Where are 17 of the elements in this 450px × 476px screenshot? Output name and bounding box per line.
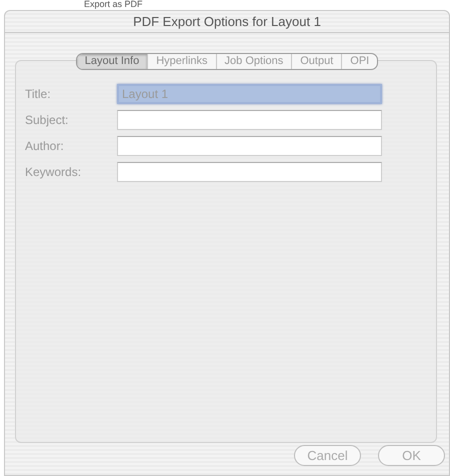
field-label: Keywords:: [25, 164, 82, 181]
input-field[interactable]: [117, 136, 382, 156]
window-title: PDF Export Options for Layout 1: [133, 12, 321, 31]
field-label: Subject:: [25, 112, 70, 129]
input-field[interactable]: [117, 110, 382, 130]
field-label: Title:: [25, 86, 52, 103]
field-label: Author:: [25, 138, 65, 155]
dialog-button[interactable]: OK: [378, 445, 445, 466]
dialog-button[interactable]: Cancel: [294, 445, 361, 466]
input-field[interactable]: [117, 162, 382, 182]
input-field[interactable]: Layout 1: [117, 84, 382, 104]
tab[interactable]: OPI: [341, 54, 378, 69]
tab[interactable]: Job Options: [216, 54, 292, 69]
window-title: Export as PDF: [84, 0, 143, 9]
tab[interactable]: Output: [291, 54, 342, 69]
tab[interactable]: Layout Info: [76, 54, 148, 69]
tab[interactable]: Hyperlinks: [147, 54, 216, 69]
